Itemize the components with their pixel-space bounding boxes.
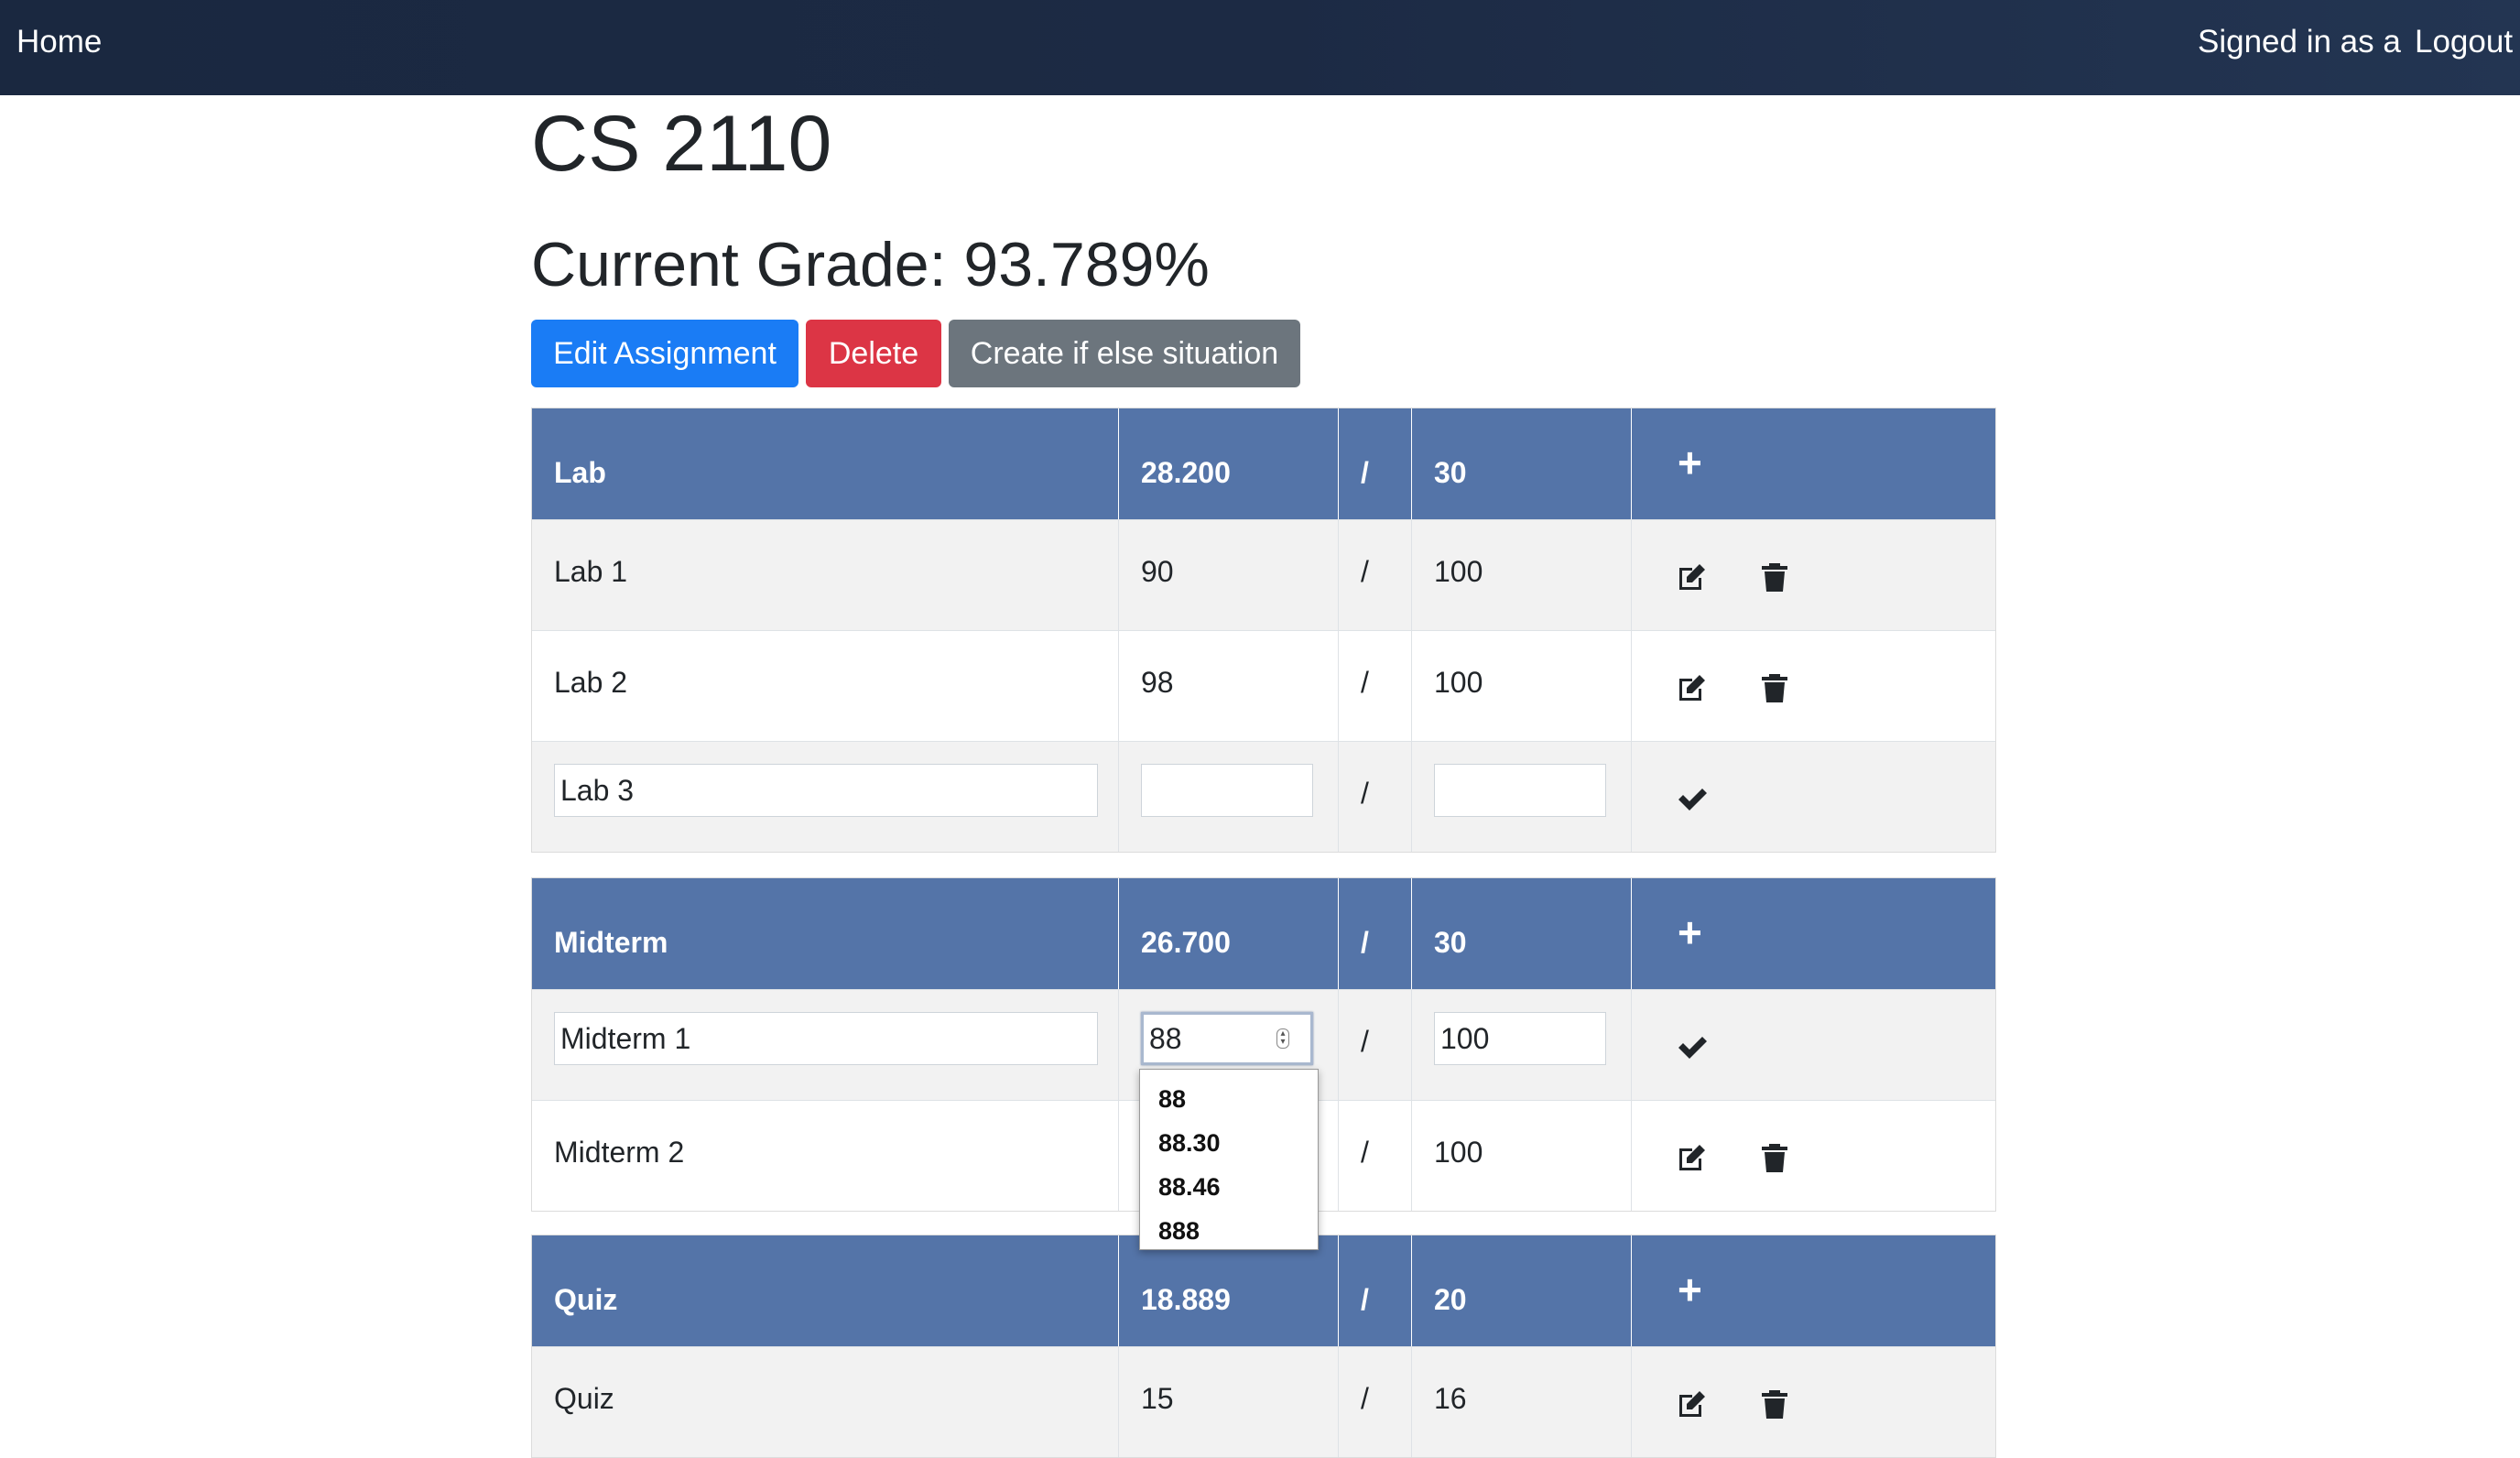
trash-icon[interactable] [1758, 671, 1791, 704]
category-name: Quiz [554, 1283, 618, 1316]
trash-icon[interactable] [1758, 560, 1791, 593]
category-header: Midterm 26.700 / 30 + [532, 878, 1995, 989]
edit-icon[interactable] [1676, 671, 1709, 704]
trash-icon[interactable] [1758, 1141, 1791, 1174]
assignment-total-input[interactable] [1434, 1012, 1606, 1065]
assignment-name: Lab 2 [554, 666, 628, 699]
plus-icon[interactable]: + [1678, 911, 1702, 953]
assignment-name-input[interactable] [554, 764, 1098, 817]
category-slash: / [1361, 1283, 1369, 1316]
assignment-total: 100 [1434, 1136, 1483, 1169]
category-slash: / [1361, 926, 1369, 959]
autocomplete-dropdown: 88 88.30 88.46 888 [1139, 1069, 1319, 1250]
trash-icon[interactable] [1758, 1387, 1791, 1420]
assignment-slash: / [1361, 666, 1369, 699]
table-row-editing: / [532, 741, 1995, 852]
table-row: Lab 1 90 / 100 [532, 519, 1995, 630]
category-score: 28.200 [1141, 456, 1231, 489]
current-grade: Current Grade: 93.789% [531, 230, 1210, 299]
assignment-score: 98 [1141, 666, 1174, 699]
assignment-name-input[interactable] [554, 1012, 1098, 1065]
assignment-total: 100 [1434, 666, 1483, 699]
assignment-total: 16 [1434, 1382, 1467, 1415]
check-icon[interactable] [1676, 782, 1709, 815]
navbar: Home Signed in as a Logout [0, 0, 2520, 95]
assignment-score: 15 [1141, 1382, 1174, 1415]
assignment-total-input[interactable] [1434, 764, 1606, 817]
assignment-total: 100 [1434, 555, 1483, 588]
delete-button[interactable]: Delete [806, 320, 941, 387]
assignment-score-input[interactable] [1141, 764, 1313, 817]
category-name: Midterm [554, 926, 668, 959]
assignment-name: Quiz [554, 1382, 614, 1415]
edit-icon[interactable] [1676, 1387, 1709, 1420]
edit-icon[interactable] [1676, 560, 1709, 593]
category-score: 26.700 [1141, 926, 1231, 959]
category-score: 18.889 [1141, 1283, 1231, 1316]
assignment-slash: / [1361, 777, 1369, 810]
edit-icon[interactable] [1676, 1141, 1709, 1174]
assignment-slash: / [1361, 1382, 1369, 1415]
assignment-slash: / [1361, 1136, 1369, 1169]
plus-icon[interactable]: + [1678, 441, 1702, 484]
course-title: CS 2110 [531, 100, 832, 188]
category-total: 30 [1434, 456, 1467, 489]
plus-icon[interactable]: + [1678, 1268, 1702, 1311]
spinner-arrows-icon[interactable]: ▴ ▾ [1276, 1028, 1289, 1049]
nav-home-link[interactable]: Home [16, 24, 102, 60]
category-table-lab: Lab 28.200 / 30 + Lab 1 90 / 100 Lab 2 9… [531, 408, 1996, 853]
autocomplete-option[interactable]: 88.46 [1140, 1165, 1318, 1209]
category-total: 20 [1434, 1283, 1467, 1316]
category-name: Lab [554, 456, 606, 489]
category-slash: / [1361, 456, 1369, 489]
nav-logout-link[interactable]: Logout [2415, 24, 2513, 60]
autocomplete-option[interactable]: 888 [1140, 1209, 1318, 1253]
create-if-else-button[interactable]: Create if else situation [949, 320, 1300, 387]
assignment-score: 90 [1141, 555, 1174, 588]
autocomplete-option[interactable]: 88 [1140, 1077, 1318, 1121]
edit-assignment-button[interactable]: Edit Assignment [531, 320, 798, 387]
table-row: Quiz 15 / 16 [532, 1346, 1995, 1457]
nav-signed-in-text: Signed in as a [2198, 24, 2401, 60]
autocomplete-option[interactable]: 88.30 [1140, 1121, 1318, 1165]
assignment-name: Lab 1 [554, 555, 628, 588]
category-total: 30 [1434, 926, 1467, 959]
assignment-slash: / [1361, 1025, 1369, 1058]
assignment-name: Midterm 2 [554, 1136, 685, 1169]
category-header: Lab 28.200 / 30 + [532, 408, 1995, 519]
category-table-quiz: Quiz 18.889 / 20 + Quiz 15 / 16 [531, 1235, 1996, 1458]
assignment-slash: / [1361, 555, 1369, 588]
check-icon[interactable] [1676, 1030, 1709, 1063]
table-row: Lab 2 98 / 100 [532, 630, 1995, 741]
